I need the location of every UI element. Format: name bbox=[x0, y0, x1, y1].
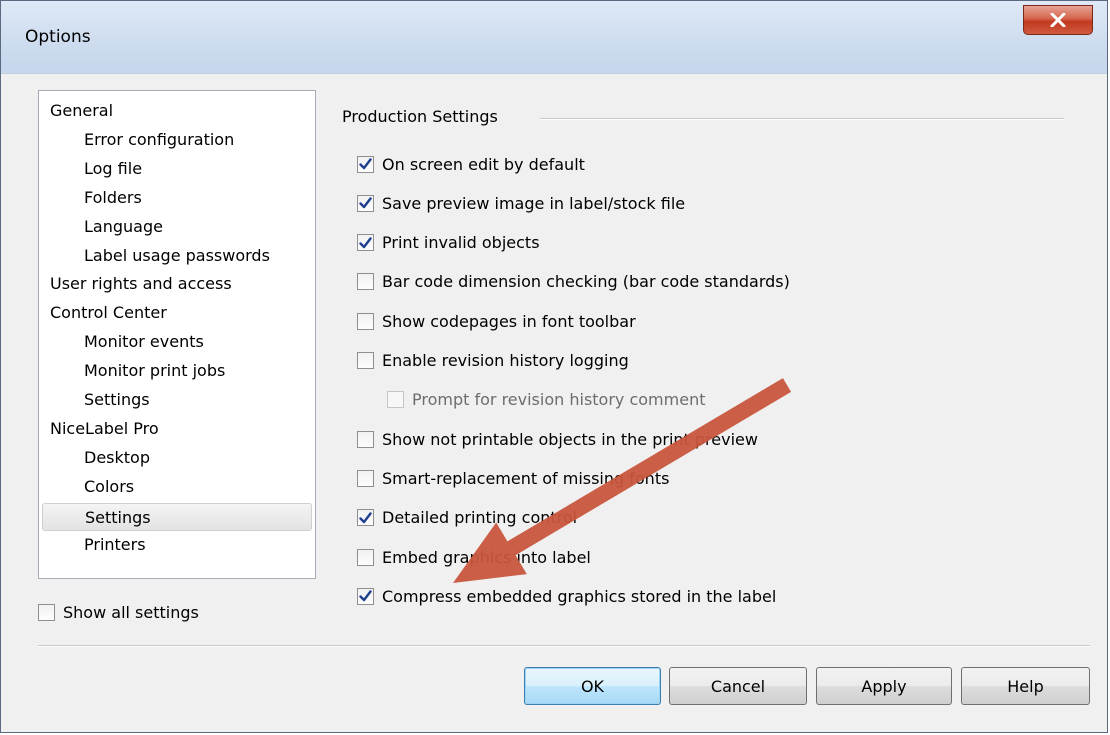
group-divider bbox=[540, 118, 1064, 120]
setting-checkbox[interactable]: Compress embedded graphics stored in the… bbox=[357, 584, 776, 608]
setting-checkbox: Prompt for revision history comment bbox=[387, 388, 705, 412]
close-button[interactable] bbox=[1023, 5, 1093, 35]
setting-label: Compress embedded graphics stored in the… bbox=[382, 586, 777, 606]
tree-item[interactable]: Settings bbox=[84, 386, 150, 414]
tree-item[interactable]: Language bbox=[84, 213, 163, 241]
checkbox-box[interactable] bbox=[357, 312, 374, 330]
window-title: Options bbox=[25, 27, 91, 47]
options-dialog: Options General Error configuration Log fi… bbox=[0, 0, 1108, 733]
checkbox-box[interactable] bbox=[357, 234, 374, 252]
setting-checkbox[interactable]: Detailed printing control bbox=[357, 506, 577, 530]
tree-item[interactable]: User rights and access bbox=[50, 270, 232, 298]
tree-item[interactable]: Printers bbox=[84, 531, 146, 559]
checkbox-box[interactable] bbox=[357, 430, 374, 448]
show-all-settings-checkbox[interactable]: Show all settings bbox=[38, 600, 199, 624]
checkbox-box[interactable] bbox=[357, 194, 374, 212]
check-icon bbox=[359, 236, 372, 248]
footer-divider bbox=[38, 645, 1090, 647]
checkbox-box[interactable] bbox=[357, 469, 374, 487]
checkbox-box[interactable] bbox=[38, 603, 55, 621]
help-button[interactable]: Help bbox=[961, 667, 1090, 705]
setting-label: Enable revision history logging bbox=[382, 351, 629, 370]
check-icon bbox=[359, 197, 372, 209]
setting-label: Detailed printing control bbox=[382, 508, 578, 528]
tree-item[interactable]: Control Center bbox=[50, 299, 167, 327]
show-all-settings-label: Show all settings bbox=[63, 602, 199, 622]
setting-checkbox[interactable]: Bar code dimension checking (bar code st… bbox=[357, 270, 790, 294]
check-icon bbox=[359, 511, 372, 523]
setting-label: Smart-replacement of missing fonts bbox=[382, 468, 670, 488]
setting-checkbox[interactable]: Show not printable objects in the print … bbox=[357, 427, 758, 451]
setting-checkbox[interactable]: Show codepages in font toolbar bbox=[357, 309, 636, 333]
setting-label: Show not printable objects in the print … bbox=[382, 429, 758, 449]
setting-checkbox[interactable]: Smart-replacement of missing fonts bbox=[357, 466, 669, 490]
tree-item[interactable]: Settings bbox=[42, 502, 312, 531]
setting-checkbox[interactable]: Enable revision history logging bbox=[357, 349, 629, 373]
checkbox-box[interactable] bbox=[357, 587, 374, 605]
setting-label: Show codepages in font toolbar bbox=[382, 311, 636, 331]
check-icon bbox=[359, 590, 372, 602]
tree-item[interactable]: Label usage passwords bbox=[84, 242, 270, 270]
setting-checkbox[interactable]: Print invalid objects bbox=[357, 231, 540, 255]
checkbox-box bbox=[387, 391, 404, 409]
tree-item[interactable]: Colors bbox=[84, 473, 134, 501]
tree-item[interactable]: Monitor print jobs bbox=[84, 357, 225, 385]
setting-label: Print invalid objects bbox=[382, 233, 540, 253]
tree-item[interactable]: Monitor events bbox=[84, 328, 204, 356]
ok-button[interactable]: OK bbox=[524, 667, 661, 705]
checkbox-box[interactable] bbox=[357, 155, 374, 173]
settings-category-tree[interactable]: General Error configuration Log file Folder… bbox=[38, 90, 316, 579]
setting-label: Bar code dimension checking (bar code st… bbox=[382, 272, 790, 292]
setting-label: On screen edit by default bbox=[382, 154, 585, 174]
tree-item[interactable]: Desktop bbox=[84, 444, 150, 472]
setting-checkbox[interactable]: On screen edit by default bbox=[357, 152, 585, 176]
tree-item[interactable]: General bbox=[50, 97, 113, 125]
setting-checkbox[interactable]: Save preview image in label/stock file bbox=[357, 191, 685, 215]
tree-item[interactable]: NiceLabel Pro bbox=[50, 415, 159, 443]
setting-label: Prompt for revision history comment bbox=[412, 390, 706, 410]
setting-label: Embed graphics into label bbox=[382, 547, 591, 567]
tree-item[interactable]: Error configuration bbox=[84, 126, 234, 154]
checkbox-box[interactable] bbox=[357, 352, 374, 369]
cancel-button[interactable]: Cancel bbox=[669, 667, 807, 705]
checkbox-box[interactable] bbox=[357, 509, 374, 527]
tree-item[interactable]: Log file bbox=[84, 155, 142, 183]
checkbox-box[interactable] bbox=[357, 273, 374, 291]
setting-checkbox[interactable]: Embed graphics into label bbox=[357, 545, 591, 569]
close-icon bbox=[1050, 13, 1066, 27]
check-icon bbox=[359, 158, 372, 170]
production-settings-title: Production Settings bbox=[342, 107, 498, 126]
tree-item[interactable]: Folders bbox=[84, 184, 142, 212]
checkbox-box[interactable] bbox=[357, 548, 374, 566]
apply-button[interactable]: Apply bbox=[816, 667, 952, 705]
title-bar[interactable]: Options bbox=[1, 1, 1107, 74]
setting-label: Save preview image in label/stock file bbox=[382, 193, 686, 213]
